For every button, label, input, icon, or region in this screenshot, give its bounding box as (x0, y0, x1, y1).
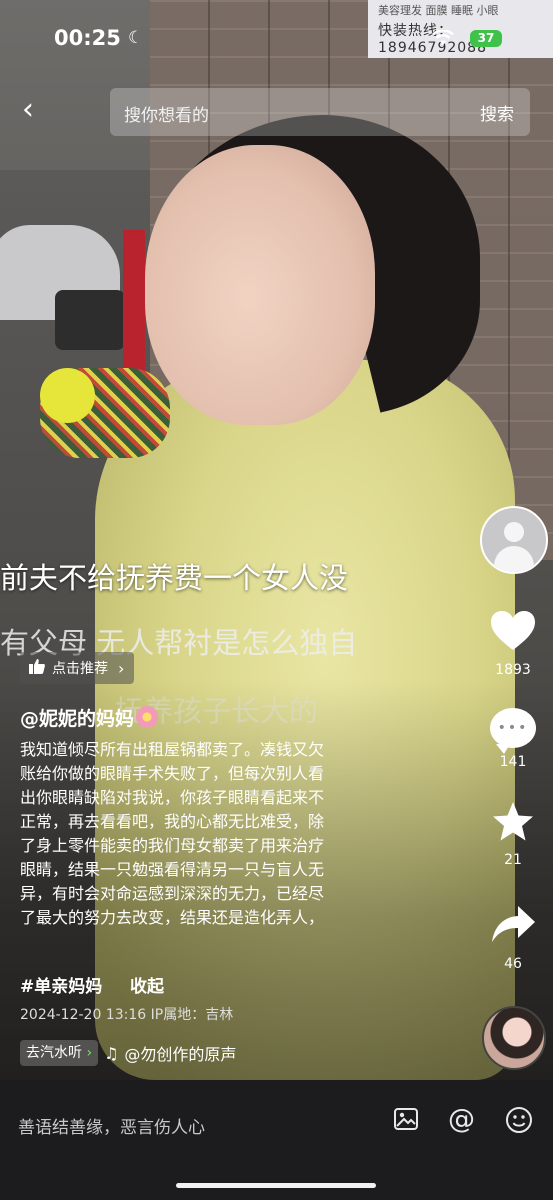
open-qishui-label: 去汽水听 (26, 1045, 82, 1061)
post-date: 2024-12-20 13:16 (20, 1007, 147, 1023)
open-qishui-button[interactable]: 去汽水听 › (20, 1040, 99, 1066)
recommend-button[interactable]: 点击推荐 › (20, 652, 135, 684)
like-button[interactable]: 1893 (478, 610, 548, 678)
description-line: 正常，再去看看吧，我的心都无比难受，除 (20, 812, 325, 831)
search-input[interactable]: 搜你想看的 (124, 101, 209, 126)
search-button[interactable]: 搜索 (480, 100, 514, 125)
comment-icon: ••• (490, 708, 536, 754)
favorite-count: 21 (504, 852, 522, 868)
music-row[interactable]: 去汽水听 › ♫ @勿创作的原声 (20, 1040, 236, 1066)
comment-input[interactable]: 善语结善缘，恶言伤人心 (18, 1113, 205, 1138)
flower-emoji-icon (136, 706, 159, 728)
music-disc-avatar[interactable] (482, 1006, 546, 1070)
emoji-icon[interactable] (505, 1106, 533, 1141)
hashtag-link[interactable]: #单亲妈妈 (20, 972, 102, 997)
status-bar: 00:25 ☾ 37 (0, 26, 553, 56)
description-line: 了身上零件能卖的我们母女都卖了用来治疗 (20, 836, 325, 855)
chevron-right-icon: › (86, 1045, 93, 1061)
scooter (55, 290, 125, 350)
mitten (40, 368, 170, 458)
post-ip-location: IP属地：吉林 (150, 1007, 234, 1023)
share-count: 46 (504, 956, 522, 972)
home-indicator[interactable] (176, 1183, 376, 1188)
post-description: 我知道倾尽所有出租屋锅都卖了。凑钱又欠 账给你做的眼睛手术失败了，但每次别人看 … (20, 738, 420, 930)
description-line: 我知道倾尽所有出租屋锅都卖了。凑钱又欠 (20, 740, 325, 759)
music-note-icon: ♫ (104, 1043, 119, 1063)
post-meta: 2024-12-20 13:16 IP属地：吉林 (20, 1004, 233, 1024)
favorite-button[interactable]: 21 (478, 800, 548, 868)
creator-avatar[interactable] (480, 506, 548, 574)
back-icon[interactable]: ‹ (22, 95, 46, 129)
heart-icon (478, 610, 548, 660)
description-line: 异，有时会对命运感到深深的无力，已经尽 (20, 884, 325, 903)
comment-input-bar[interactable]: 善语结善缘，恶言伤人心 @ (0, 1080, 553, 1200)
thumbs-up-icon (28, 657, 46, 679)
author-name[interactable]: @妮妮的妈妈 (20, 704, 159, 731)
star-icon (478, 800, 548, 850)
child-face (145, 145, 375, 425)
collapse-button[interactable]: 收起 (130, 972, 164, 997)
wifi-icon (432, 29, 454, 50)
music-name[interactable]: @勿创作的原声 (124, 1041, 236, 1065)
avatar-head (504, 522, 524, 542)
at-mention-icon[interactable]: @ (448, 1104, 475, 1135)
description-line: 出你眼睛缺陷对我说，你孩子眼睛看起来不 (20, 788, 325, 807)
avatar-body (494, 546, 534, 572)
comment-dots: ••• (497, 720, 529, 736)
status-time: 00:25 (54, 26, 121, 50)
author-link[interactable]: @妮妮的妈妈 (20, 708, 134, 730)
moon-icon: ☾ (128, 28, 144, 48)
red-pole (123, 230, 145, 390)
description-line: 账给你做的眼睛手术失败了，但每次别人看 (20, 764, 325, 783)
recommend-label: 点击推荐 (52, 661, 108, 677)
wall-sign-line1: 美容理发 面膜 睡眠 小眼 (378, 4, 499, 17)
like-count: 1893 (495, 662, 531, 678)
description-line: 了最大的努力去改变，结果还是造化弄人， (20, 908, 325, 927)
chevron-right-icon: › (118, 658, 125, 678)
share-button[interactable]: 46 (478, 904, 548, 972)
comment-count: 141 (499, 754, 527, 770)
video-caption-line1: 前夫不给抚养费一个女人没 (0, 561, 349, 595)
share-arrow-icon (478, 904, 548, 954)
description-line: 眼睛，结果一只勉强看得清另一只与盲人无 (20, 860, 325, 879)
comment-button[interactable]: ••• 141 (478, 704, 548, 770)
battery-icon: 37 (470, 30, 502, 47)
search-bar[interactable]: 搜你想看的 搜索 (110, 88, 530, 136)
image-icon[interactable] (393, 1106, 419, 1139)
